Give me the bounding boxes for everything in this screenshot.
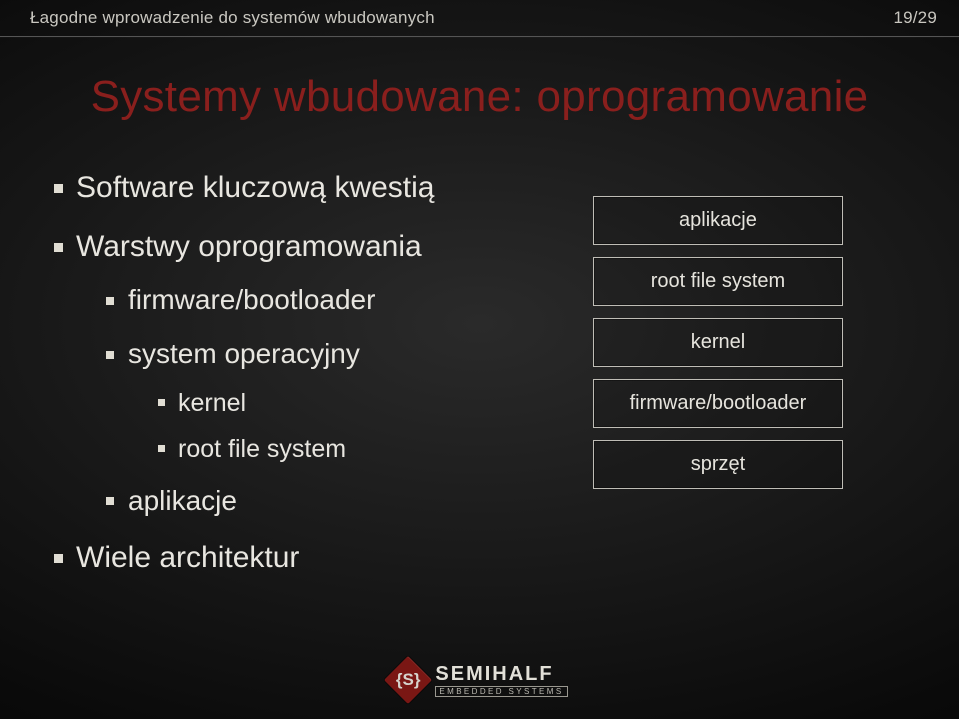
presentation-title: Łagodne wprowadzenie do systemów wbudowa… bbox=[30, 8, 435, 28]
bullet-item: Software kluczową kwestią bbox=[50, 170, 517, 207]
sub-bullet-item: system operacyjny kernel root file syste… bbox=[102, 337, 517, 463]
brand-name: SEMIHALF bbox=[435, 664, 567, 684]
diagram-layer-firmware: firmware/bootloader bbox=[593, 379, 843, 428]
bullet-item: Warstwy oprogramowania firmware/bootload… bbox=[50, 229, 517, 518]
sub-bullet-item: aplikacje bbox=[102, 484, 517, 518]
diagram-layer-rootfs: root file system bbox=[593, 257, 843, 306]
logo-mark-glyph: {S} bbox=[396, 670, 421, 690]
slide-header: Łagodne wprowadzenie do systemów wbudowa… bbox=[0, 0, 959, 36]
slide-footer: {S} SEMIHALF EMBEDDED SYSTEMS bbox=[0, 663, 959, 697]
slide-title: Systemy wbudowane: oprogramowanie bbox=[0, 72, 959, 122]
layer-diagram: aplikacje root file system kernel firmwa… bbox=[517, 170, 909, 598]
diagram-layer-kernel: kernel bbox=[593, 318, 843, 367]
bullet-label: Warstwy oprogramowania bbox=[76, 230, 422, 263]
subsub-bullet-item: kernel bbox=[154, 388, 517, 418]
brand-logo: {S} SEMIHALF EMBEDDED SYSTEMS bbox=[391, 663, 567, 697]
logo-mark-icon: {S} bbox=[384, 656, 432, 704]
diagram-layer-applications: aplikacje bbox=[593, 196, 843, 245]
bullet-item: Wiele architektur bbox=[50, 540, 517, 577]
bullet-column: Software kluczową kwestią Warstwy oprogr… bbox=[50, 170, 517, 598]
sub-bullet-label: system operacyjny bbox=[128, 338, 360, 369]
diagram-layer-hardware: sprzęt bbox=[593, 440, 843, 489]
subsub-bullet-item: root file system bbox=[154, 434, 517, 464]
brand-tagline: EMBEDDED SYSTEMS bbox=[435, 686, 567, 697]
slide-content: Software kluczową kwestią Warstwy oprogr… bbox=[50, 170, 909, 598]
header-divider bbox=[0, 36, 959, 37]
sub-bullet-item: firmware/bootloader bbox=[102, 283, 517, 317]
slide-counter: 19/29 bbox=[893, 8, 937, 28]
